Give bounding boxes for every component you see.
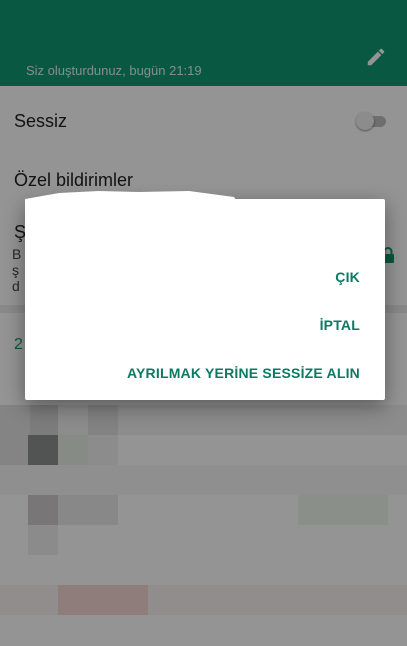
exit-button[interactable]: ÇIK <box>335 269 360 285</box>
leave-group-dialog: ÇIK İPTAL AYRILMAK YERİNE SESSİZE ALIN <box>25 191 385 400</box>
dialog-torn-edge <box>25 191 241 227</box>
group-info-screen: Siz oluşturdunuz, bugün 21:19 Sessiz Öze… <box>0 0 407 646</box>
cancel-button[interactable]: İPTAL <box>320 317 360 333</box>
mute-instead-button[interactable]: AYRILMAK YERİNE SESSİZE ALIN <box>127 365 360 381</box>
